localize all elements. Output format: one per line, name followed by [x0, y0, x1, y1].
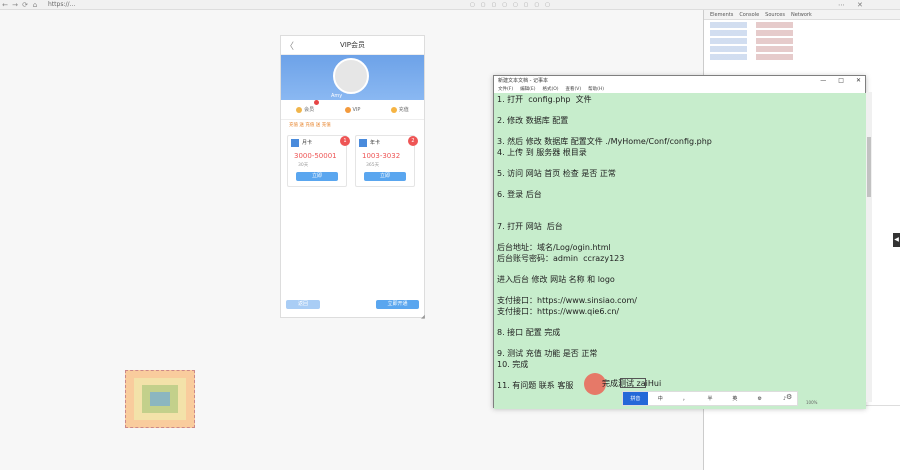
ime-item[interactable]: 中	[648, 392, 673, 405]
menu-item[interactable]: VIP	[344, 106, 361, 113]
plan-range: 3000-50001	[294, 152, 337, 160]
menu-item[interactable]: 充值	[390, 106, 409, 113]
menu-label: 会员	[304, 107, 315, 113]
menu-file[interactable]: 文件(F)	[498, 86, 513, 92]
code-line	[710, 46, 894, 52]
window-controls: — □ ✕	[820, 76, 861, 85]
profile-banner: Amy	[281, 55, 424, 100]
coin-icon	[296, 106, 303, 113]
devtools-tab[interactable]: Network	[791, 12, 812, 18]
plan-button[interactable]: 立即	[296, 172, 338, 181]
vertical-scrollbar[interactable]	[866, 92, 872, 402]
badge-dot	[314, 100, 320, 105]
more-icon[interactable]: ⋯	[838, 1, 845, 9]
reload-icon[interactable]: ⟳	[20, 0, 30, 10]
forward-icon[interactable]: →	[10, 0, 20, 10]
editor-text[interactable]: 1. 打开 config.php 文件 2. 修改 数据库 配置 3. 然后 修…	[497, 95, 857, 395]
box-model-diagram	[125, 370, 195, 428]
code-line	[710, 30, 894, 36]
ime-item[interactable]: 英	[722, 392, 747, 405]
address-bar[interactable]: https://...	[48, 0, 75, 10]
user-name: Amy	[331, 93, 343, 99]
menu-format[interactable]: 格式(O)	[542, 86, 558, 92]
plan-sub: 30天	[298, 163, 309, 168]
menu-label: 充值	[398, 107, 409, 113]
maximize-icon[interactable]: □	[838, 77, 844, 84]
menu-item[interactable]: 会员	[296, 100, 320, 113]
subscribe-button[interactable]: 立即开通	[376, 300, 419, 309]
zoom-level: 100%	[806, 400, 818, 405]
ime-item[interactable]: 半	[698, 392, 723, 405]
minimize-icon[interactable]: —	[820, 77, 826, 84]
device-toolbar-item[interactable]: ▢	[481, 2, 486, 8]
gear-icon[interactable]: ⚙	[786, 393, 792, 401]
mobile-preview: 〈 VIP会员 Amy 会员 VIP 充值 充值 送 充值 送 充值 月卡 1 …	[280, 35, 425, 318]
menu-label: VIP	[352, 106, 361, 113]
window-titlebar: 新建文本文档 - 记事本 — □ ✕	[494, 76, 865, 85]
device-toolbar: ▢ ▢ ▢ ▢ ▢ ▢ ▢ ▢	[470, 0, 550, 10]
styles-pane	[704, 405, 900, 470]
vip-icon	[344, 106, 351, 113]
menu-bar: 文件(F) 编辑(E) 格式(O) 查看(V) 帮助(H)	[494, 85, 865, 93]
devtools-tab[interactable]: Elements	[710, 12, 733, 18]
devtools-tab[interactable]: Console	[739, 12, 759, 18]
ime-toolbar: 拼音 中 ， 半 英 ⚙ ♪	[622, 391, 798, 406]
scrollbar-thumb[interactable]	[867, 137, 871, 197]
browser-toolbar: ← → ⟳ ⌂	[0, 0, 900, 10]
plan-card[interactable]: 月卡 1 3000-50001 30天 立即	[287, 135, 350, 187]
page-title: VIP会员	[339, 41, 366, 49]
code-line	[710, 54, 894, 60]
plan-button[interactable]: 立即	[364, 172, 406, 181]
device-toolbar-item[interactable]: ▢	[491, 2, 496, 8]
wallet-icon	[390, 106, 397, 113]
ime-candidate[interactable]: 完成测试 zaiHui	[602, 378, 661, 389]
device-toolbar-item[interactable]: ▢	[513, 2, 518, 8]
device-toolbar-item[interactable]: ▢	[545, 2, 550, 8]
menu-row: 会员 VIP 充值	[281, 100, 424, 120]
phone-footer: 返回 立即开通	[281, 298, 426, 312]
close-icon[interactable]: ✕	[856, 77, 861, 84]
plan-icon	[291, 139, 299, 147]
back-arrow-icon[interactable]: 〈	[285, 39, 294, 52]
plan-name: 年卡	[370, 140, 381, 146]
notepad-window: 新建文本文档 - 记事本 — □ ✕ 文件(F) 编辑(E) 格式(O) 查看(…	[493, 75, 866, 409]
back-icon[interactable]: ←	[0, 0, 10, 10]
avatar[interactable]	[333, 58, 369, 94]
plan-badge: 2	[408, 136, 418, 146]
notice-text: 充值 送 充值 送 充值	[289, 123, 331, 128]
ime-item[interactable]: ，	[673, 392, 698, 405]
text-editor[interactable]: 1. 打开 config.php 文件 2. 修改 数据库 配置 3. 然后 修…	[494, 93, 866, 409]
resize-handle-icon[interactable]: ◢	[421, 314, 425, 320]
plan-sub: 365天	[366, 163, 380, 168]
settings-icon[interactable]: ⚙	[747, 392, 772, 405]
device-toolbar-item[interactable]: ▢	[470, 2, 475, 8]
close-icon[interactable]: ✕	[857, 1, 863, 9]
device-toolbar-item[interactable]: ▢	[534, 2, 539, 8]
plan-range: 1003-3032	[362, 152, 401, 160]
plan-name: 月卡	[302, 140, 313, 146]
collapse-icon[interactable]: ◀	[893, 233, 900, 247]
menu-view[interactable]: 查看(V)	[566, 86, 582, 92]
plan-cards: 月卡 1 3000-50001 30天 立即 年卡 2 1003-3032 36…	[281, 132, 424, 190]
menu-edit[interactable]: 编辑(E)	[520, 86, 535, 92]
device-toolbar-item[interactable]: ▢	[502, 2, 507, 8]
window-controls: ⋯ ✕	[838, 0, 863, 10]
ime-item[interactable]: 拼音	[623, 392, 648, 405]
plan-card[interactable]: 年卡 2 1003-3032 365天 立即	[355, 135, 418, 187]
devtools-tabs: Elements Console Sources Network	[704, 10, 900, 20]
plan-icon	[359, 139, 367, 147]
music-icon[interactable]: ♪	[772, 392, 797, 405]
device-toolbar-item[interactable]: ▢	[524, 2, 529, 8]
menu-help[interactable]: 帮助(H)	[588, 86, 604, 92]
window-title: 新建文本文档 - 记事本	[498, 78, 548, 84]
code-line	[710, 38, 894, 44]
return-button[interactable]: 返回	[286, 300, 320, 309]
phone-header: 〈 VIP会员	[281, 36, 424, 55]
plan-badge: 1	[340, 136, 350, 146]
code-line	[710, 22, 894, 28]
devtools-tab[interactable]: Sources	[765, 12, 785, 18]
home-icon[interactable]: ⌂	[30, 0, 40, 10]
